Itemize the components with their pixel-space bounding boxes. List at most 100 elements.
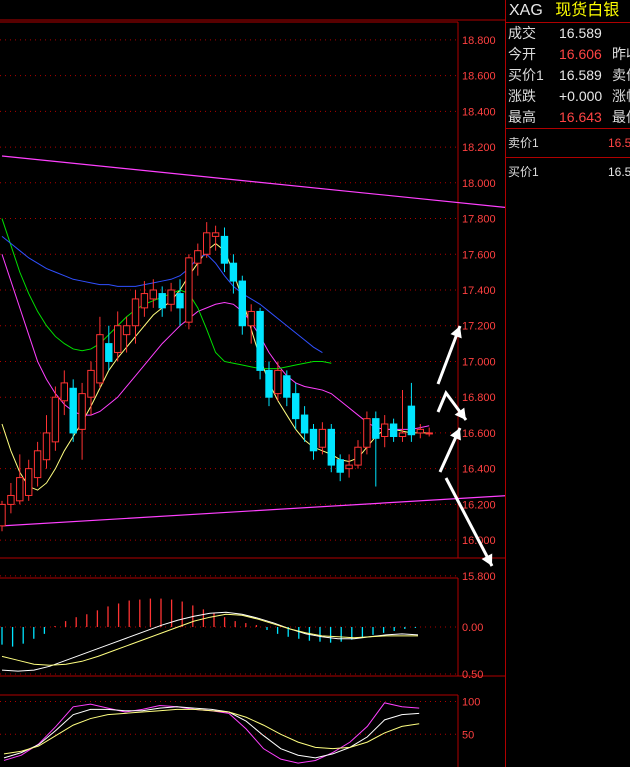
candle-down <box>300 414 309 434</box>
annotation-arrow <box>444 477 494 567</box>
trend-line <box>1 495 505 527</box>
y-tick-label: 15.800 <box>462 571 496 583</box>
candle-down <box>176 293 184 309</box>
candle-down <box>389 423 398 438</box>
quote-label: 买价1 <box>508 67 544 83</box>
candle-up <box>425 432 433 435</box>
candle-down <box>105 343 113 362</box>
quote-label-secondary: 涨幅 <box>612 88 630 104</box>
symbol-name: 现货白银 <box>555 2 620 19</box>
y-tick-label: 18.600 <box>462 71 496 83</box>
quote-label: 成交 <box>508 25 536 41</box>
y-tick-label: 18.800 <box>462 35 496 47</box>
candle-up <box>211 232 220 237</box>
candle-up <box>78 393 86 430</box>
candle-up <box>0 503 6 527</box>
candle-up <box>42 432 51 461</box>
kdj-tick-label: 100 <box>462 697 480 709</box>
moving-average-line <box>1 242 430 491</box>
macd-line <box>1 613 418 666</box>
y-tick-label: 16.200 <box>462 499 496 511</box>
candle-down <box>69 387 77 434</box>
quote-label: 最高 <box>508 109 536 125</box>
symbol-title: XAG 现货白银 <box>506 0 630 23</box>
candle-down <box>238 280 247 327</box>
trend-line <box>1 155 505 208</box>
candle-down <box>327 428 336 466</box>
y-tick-label: 18.200 <box>462 142 496 154</box>
moving-average-line <box>1 254 430 430</box>
candle-down <box>265 369 273 398</box>
candle-up <box>354 446 362 466</box>
candle-up <box>318 428 327 448</box>
y-tick-label: 18.000 <box>462 178 496 190</box>
candle-down <box>158 293 166 309</box>
quote-value: +0.000 <box>559 88 603 104</box>
quote-row: 最高 16.643 最低 <box>506 107 630 128</box>
quote-list: 成交 16.589 今开 16.606 昨收买价1 16.589 卖价涨跌 +0.000 涨幅最… <box>506 23 630 128</box>
y-tick-label: 17.600 <box>462 249 496 261</box>
quote-row: 买价1 16.589 卖价 <box>506 65 630 86</box>
quote-label: 今开 <box>508 46 536 62</box>
kdj-line <box>3 702 420 764</box>
candle-up <box>194 250 202 264</box>
candle-up <box>274 369 282 395</box>
candle-up <box>7 494 15 505</box>
candle-down <box>220 235 229 264</box>
orderbook-value: 16.5 <box>608 136 630 150</box>
quote-row: 今开 16.606 昨收 <box>506 44 630 65</box>
kdj-line <box>3 708 420 755</box>
candle-up <box>16 477 24 502</box>
y-tick-label: 17.400 <box>462 285 496 297</box>
macd-tick-label: 0.50 <box>462 669 483 681</box>
candle-down <box>283 375 291 398</box>
quote-label-secondary: 最低 <box>612 109 630 125</box>
candle-down <box>407 405 416 436</box>
candle-up <box>51 396 60 443</box>
candle-up <box>87 369 95 398</box>
candle-up <box>33 450 42 479</box>
candle-up <box>60 382 68 402</box>
orderbook-row: 卖价1 16.5 <box>506 129 630 157</box>
candle-down <box>256 310 264 371</box>
candle-up <box>381 423 389 438</box>
candle-up <box>96 334 104 384</box>
quote-row: 涨跌 +0.000 涨幅 <box>506 86 630 107</box>
y-tick-label: 17.000 <box>462 356 496 368</box>
candle-up <box>25 468 33 496</box>
y-tick-label: 16.400 <box>462 464 496 476</box>
candle-up <box>149 289 158 300</box>
kdj-tick-label: 50 <box>462 729 474 741</box>
quote-row: 成交 16.589 <box>506 23 630 44</box>
candle-down <box>292 393 300 420</box>
quote-value: 16.589 <box>559 25 602 41</box>
candle-up <box>203 232 211 255</box>
candle-up <box>363 418 371 448</box>
candle-up <box>140 293 149 309</box>
moving-average-line <box>1 218 332 370</box>
quote-label: 涨跌 <box>508 88 536 104</box>
candle-down <box>372 418 380 439</box>
candle-up <box>131 298 140 327</box>
candle-up <box>122 325 131 336</box>
candle-up <box>398 432 407 438</box>
orderbook: 卖价1 16.5 买价1 16.5 <box>506 129 630 186</box>
candle-up <box>345 464 353 470</box>
candle-up <box>247 310 255 327</box>
y-tick-label: 17.800 <box>462 214 496 226</box>
y-tick-label: 16.600 <box>462 428 496 440</box>
quote-value: 16.643 <box>559 109 602 125</box>
candle-down <box>229 262 238 282</box>
quote-panel: XAG 现货白银 成交 16.589 今开 16.606 昨收买价1 16.589 卖价涨跌… <box>505 0 630 767</box>
quote-label-secondary: 昨收 <box>612 46 630 62</box>
orderbook-row: 买价1 16.5 <box>506 157 630 186</box>
orderbook-label: 卖价1 <box>508 136 539 150</box>
y-tick-label: 16.800 <box>462 392 496 404</box>
candle-down <box>309 428 318 452</box>
symbol-code: XAG <box>509 2 543 19</box>
candle-up <box>416 428 425 434</box>
candle-up <box>167 289 175 305</box>
macd-line <box>1 611 419 672</box>
candle-up <box>114 325 122 354</box>
y-tick-label: 17.200 <box>462 321 496 333</box>
